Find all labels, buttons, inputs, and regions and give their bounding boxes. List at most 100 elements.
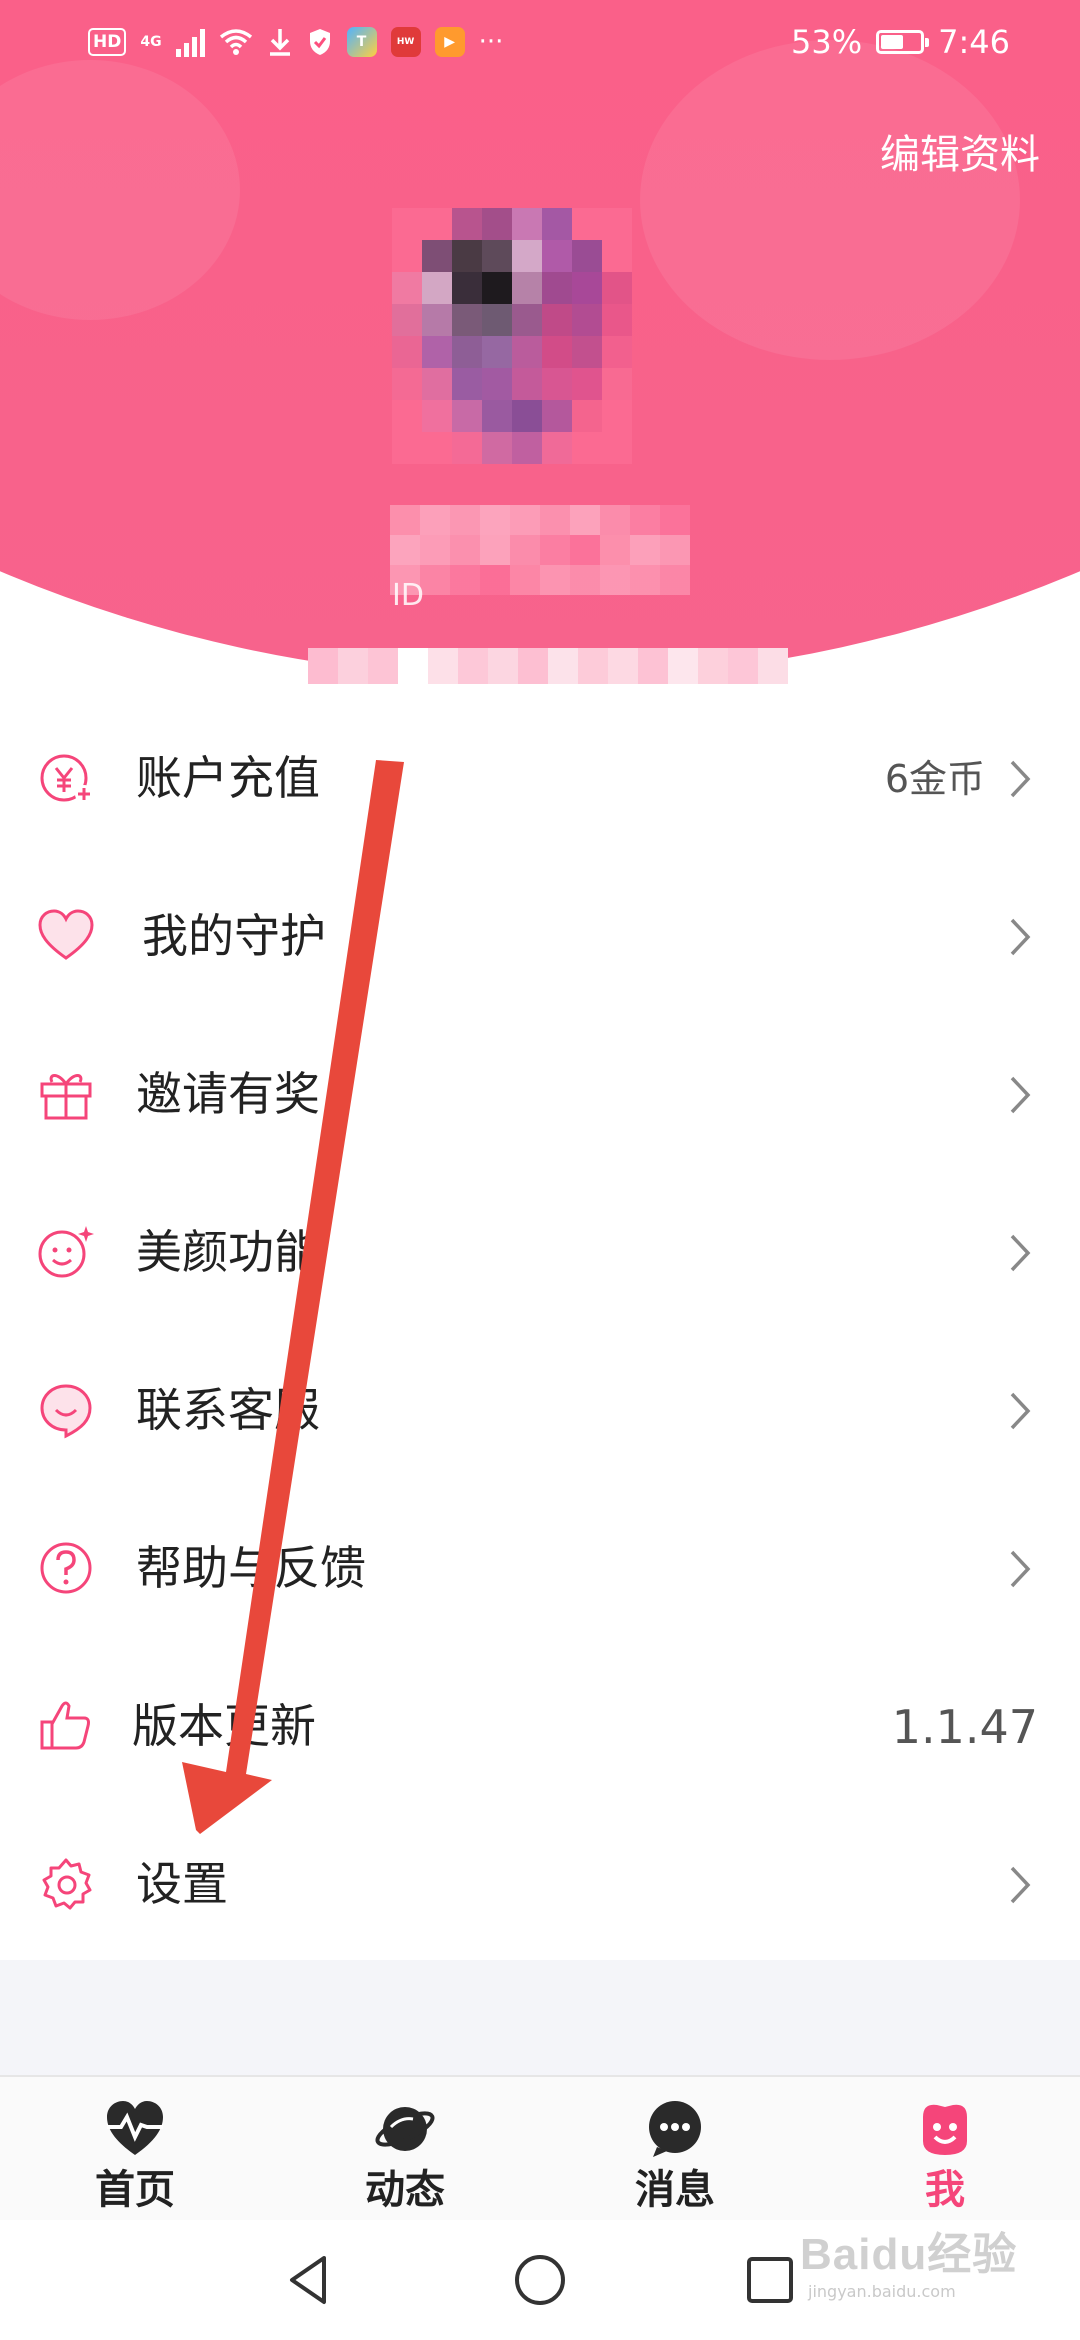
nickname-pixel (480, 565, 510, 595)
nickname-pixel (510, 505, 540, 535)
user-id-pixel (698, 648, 728, 684)
nickname-pixel (420, 535, 450, 565)
menu-item-settings[interactable]: 设置 (0, 1806, 1080, 1964)
nickname-pixel (540, 535, 570, 565)
nickname-pixel (450, 565, 480, 595)
baidu-jingyan-watermark: Baidu经验 jingyan.baidu.com (800, 2218, 1030, 2328)
avatar-pixel (422, 400, 452, 432)
avatar-pixel (602, 336, 632, 368)
avatar-pixel (422, 208, 452, 240)
avatar-pixel (572, 304, 602, 336)
recents-square-icon[interactable] (740, 2250, 800, 2310)
menu-item-guardian[interactable]: 我的守护 (0, 858, 1080, 1016)
avatar-pixel (482, 208, 512, 240)
menu-item-label: 版本更新 (132, 1699, 316, 1753)
avatar-pixel (422, 304, 452, 336)
avatar-pixel (392, 336, 422, 368)
nickname-pixel (630, 505, 660, 535)
avatar-pixel (512, 432, 542, 464)
nickname-pixel (510, 565, 540, 595)
avatar-pixel (542, 272, 572, 304)
chevron-right-icon (1010, 1392, 1031, 1430)
avatar-pixel (482, 240, 512, 272)
planet-icon (375, 2107, 435, 2151)
nickname-blurred (390, 505, 690, 595)
avatar-pixel (512, 240, 542, 272)
avatar-pixel (542, 336, 572, 368)
status-left: HD 4G T HW ▶ ··· (88, 20, 503, 64)
menu-item-help-feedback[interactable]: 帮助与反馈 (0, 1490, 1080, 1648)
network-label: 4G (140, 34, 162, 50)
hd-badge: HD (88, 28, 127, 56)
nickname-pixel (570, 535, 600, 565)
avatar[interactable] (392, 208, 632, 468)
nickname-pixel (600, 565, 630, 595)
avatar-pixel (452, 400, 482, 432)
avatar-pixel (452, 336, 482, 368)
gift-icon (40, 1074, 92, 1120)
status-right: 53% 7:46 (791, 20, 1010, 64)
menu-item-version-update[interactable]: 版本更新 1.1.47 (0, 1648, 1080, 1806)
avatar-pixel (392, 272, 422, 304)
more-notifications-icon: ··· (478, 27, 504, 57)
avatar-pixel (482, 272, 512, 304)
tab-home[interactable]: 首页 (0, 2077, 270, 2222)
avatar-pixel (542, 400, 572, 432)
huawei-icon: HW (390, 27, 421, 57)
wifi-icon (219, 29, 252, 55)
user-id-pixel (398, 648, 428, 684)
user-id-pixel (668, 648, 698, 684)
nickname-pixel (420, 505, 450, 535)
menu-item-beauty[interactable]: 美颜功能 (0, 1174, 1080, 1332)
home-circle-icon[interactable] (510, 2250, 570, 2310)
avatar-pixel (422, 368, 452, 400)
menu-item-recharge[interactable]: 账户充值 6金币 (0, 700, 1080, 858)
back-triangle-icon[interactable] (280, 2250, 340, 2310)
avatar-pixel (482, 432, 512, 464)
chevron-right-icon (1010, 1234, 1031, 1272)
tab-label: 首页 (95, 2167, 175, 2213)
yuan-plus-icon (40, 754, 93, 803)
heart-decoration (640, 40, 1020, 360)
avatar-pixel (422, 240, 452, 272)
menu-item-invite[interactable]: 邀请有奖 (0, 1016, 1080, 1174)
user-id-pixel (458, 648, 488, 684)
user-id-pixel (308, 648, 338, 684)
heart-icon (38, 909, 94, 960)
nickname-pixel (660, 565, 690, 595)
tab-me[interactable]: 我 (810, 2077, 1080, 2222)
nickname-pixel (600, 535, 630, 565)
tab-moments[interactable]: 动态 (270, 2077, 540, 2222)
avatar-pixel (602, 368, 632, 400)
avatar-pixel (602, 400, 632, 432)
nickname-pixel (540, 565, 570, 595)
avatar-pixel (392, 304, 422, 336)
menu-item-label: 账户充值 (136, 751, 320, 805)
menu-item-label: 美颜功能 (136, 1225, 320, 1279)
avatar-pixel (512, 208, 542, 240)
avatar-pixel (452, 432, 482, 464)
nickname-pixel (600, 505, 630, 535)
watermark-url: jingyan.baidu.com (808, 2282, 956, 2301)
menu-item-customer-service[interactable]: 联系客服 (0, 1332, 1080, 1490)
avatar-pixel (392, 400, 422, 432)
nickname-pixel (450, 505, 480, 535)
avatar-pixel (452, 208, 482, 240)
avatar-pixel (542, 240, 572, 272)
avatar-pixel (602, 304, 632, 336)
nickname-pixel (570, 565, 600, 595)
edit-profile-button[interactable]: 编辑资料 (880, 122, 1040, 180)
thumbs-up-icon (40, 1701, 90, 1750)
avatar-pixel (452, 272, 482, 304)
shield-icon (309, 29, 330, 55)
nickname-pixel (540, 505, 570, 535)
question-icon (40, 1542, 92, 1594)
avatar-pixel (572, 336, 602, 368)
menu-item-label: 帮助与反馈 (136, 1541, 366, 1595)
tab-messages[interactable]: 消息 (540, 2077, 810, 2222)
user-id-blurred (308, 648, 788, 684)
avatar-pixel (512, 336, 542, 368)
user-id-pixel (518, 648, 548, 684)
menu-footer-spacer (0, 1960, 1080, 2075)
profile-header: HD 4G T HW ▶ ··· 53% 7:46 编辑资料 ID (0, 0, 1080, 700)
